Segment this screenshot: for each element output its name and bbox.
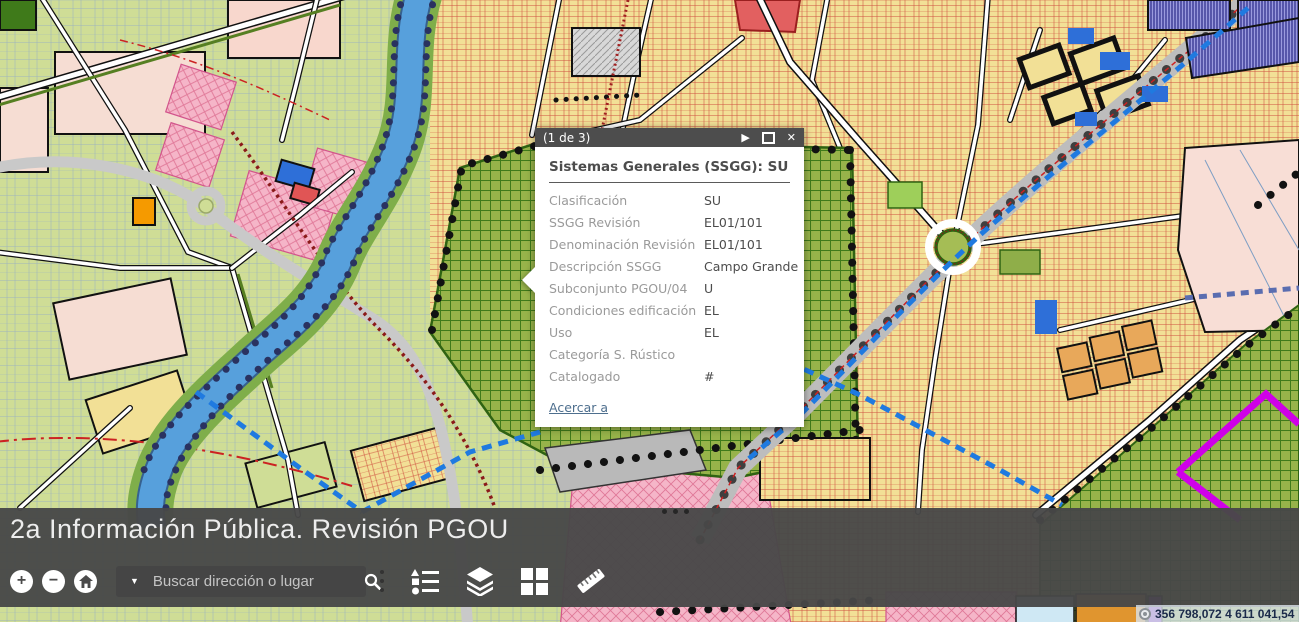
layers-icon[interactable] — [465, 566, 495, 596]
more-menu-icon[interactable] — [380, 570, 384, 592]
popup-fields: ClasificaciónSUSSGG RevisiónEL01/101Deno… — [549, 190, 790, 388]
field-value: Campo Grande — [704, 256, 798, 278]
field-value: U — [704, 278, 790, 300]
popup-pagination: (1 de 3) — [543, 131, 729, 145]
popup-field-row: UsoEL — [549, 322, 790, 344]
popup-pointer — [522, 267, 535, 293]
legend-icon[interactable] — [411, 567, 439, 595]
field-value — [704, 344, 790, 366]
close-icon[interactable]: ✕ — [787, 128, 796, 147]
home-icon — [79, 575, 93, 588]
search-dropdown-icon[interactable]: ▼ — [116, 576, 151, 586]
field-value: EL01/101 — [704, 234, 790, 256]
field-value: EL01/101 — [704, 212, 790, 234]
popup-field-row: Categoría S. Rústico — [549, 344, 790, 366]
basemap-gallery-icon[interactable] — [521, 568, 548, 595]
popup-field-row: SSGG RevisiónEL01/101 — [549, 212, 790, 234]
popup-body: Sistemas Generales (SSGG): SU Clasificac… — [535, 147, 804, 427]
bottom-overlay-bar: 2a Información Pública. Revisión PGOU + … — [0, 508, 1299, 607]
field-value: EL — [704, 300, 790, 322]
crosshair-icon[interactable] — [1139, 608, 1151, 620]
popup-field-row: Condiciones edificaciónEL — [549, 300, 790, 322]
zoom-out-button[interactable]: − — [42, 570, 65, 593]
field-label: Subconjunto PGOU/04 — [549, 278, 704, 300]
search-box[interactable]: ▼ — [116, 566, 366, 597]
coordinate-readout: 356 798,072 4 611 041,54 — [1155, 607, 1294, 621]
salmon-superblock[interactable] — [1178, 140, 1299, 332]
next-feature-icon[interactable]: ▶ — [741, 128, 749, 147]
popup-field-row: Descripción SSGGCampo Grande — [549, 256, 790, 278]
app-window: (1 de 3) ▶ ✕ Sistemas Generales (SSGG): … — [0, 0, 1299, 622]
field-label: SSGG Revisión — [549, 212, 704, 234]
field-label: Descripción SSGG — [549, 256, 704, 278]
orange-facility-block — [133, 198, 155, 225]
popup-header: (1 de 3) ▶ ✕ — [535, 128, 804, 147]
gray-hatched-block — [572, 28, 640, 76]
field-label: Condiciones edificación — [549, 300, 704, 322]
field-value: SU — [704, 190, 790, 212]
field-value: # — [704, 366, 790, 388]
home-button[interactable] — [74, 570, 97, 593]
field-label: Catalogado — [549, 366, 704, 388]
popup-field-row: Catalogado# — [549, 366, 790, 388]
page-title: 2a Información Pública. Revisión PGOU — [10, 514, 509, 545]
field-label: Categoría S. Rústico — [549, 344, 704, 366]
panel-drag-handle[interactable] — [662, 509, 689, 514]
popup-field-row: ClasificaciónSU — [549, 190, 790, 212]
zoom-to-link[interactable]: Acercar a — [549, 400, 608, 415]
popup-field-row: Subconjunto PGOU/04U — [549, 278, 790, 300]
maximize-icon[interactable] — [762, 132, 775, 144]
measure-icon[interactable] — [574, 564, 608, 598]
field-label: Denominación Revisión — [549, 234, 704, 256]
zoom-in-button[interactable]: + — [10, 570, 33, 593]
field-label: Clasificación — [549, 190, 704, 212]
dark-green-corner-block[interactable] — [0, 0, 36, 30]
field-value: EL — [704, 322, 790, 344]
search-icon[interactable] — [354, 573, 391, 590]
search-input[interactable] — [151, 572, 354, 591]
coordinate-widget[interactable]: 356 798,072 4 611 041,54 — [1136, 605, 1299, 622]
field-label: Uso — [549, 322, 704, 344]
popup-title: Sistemas Generales (SSGG): SU — [549, 157, 790, 183]
popup-field-row: Denominación RevisiónEL01/101 — [549, 234, 790, 256]
feature-popup: (1 de 3) ▶ ✕ Sistemas Generales (SSGG): … — [535, 128, 804, 427]
toolbar: + − ▼ — [10, 558, 621, 604]
